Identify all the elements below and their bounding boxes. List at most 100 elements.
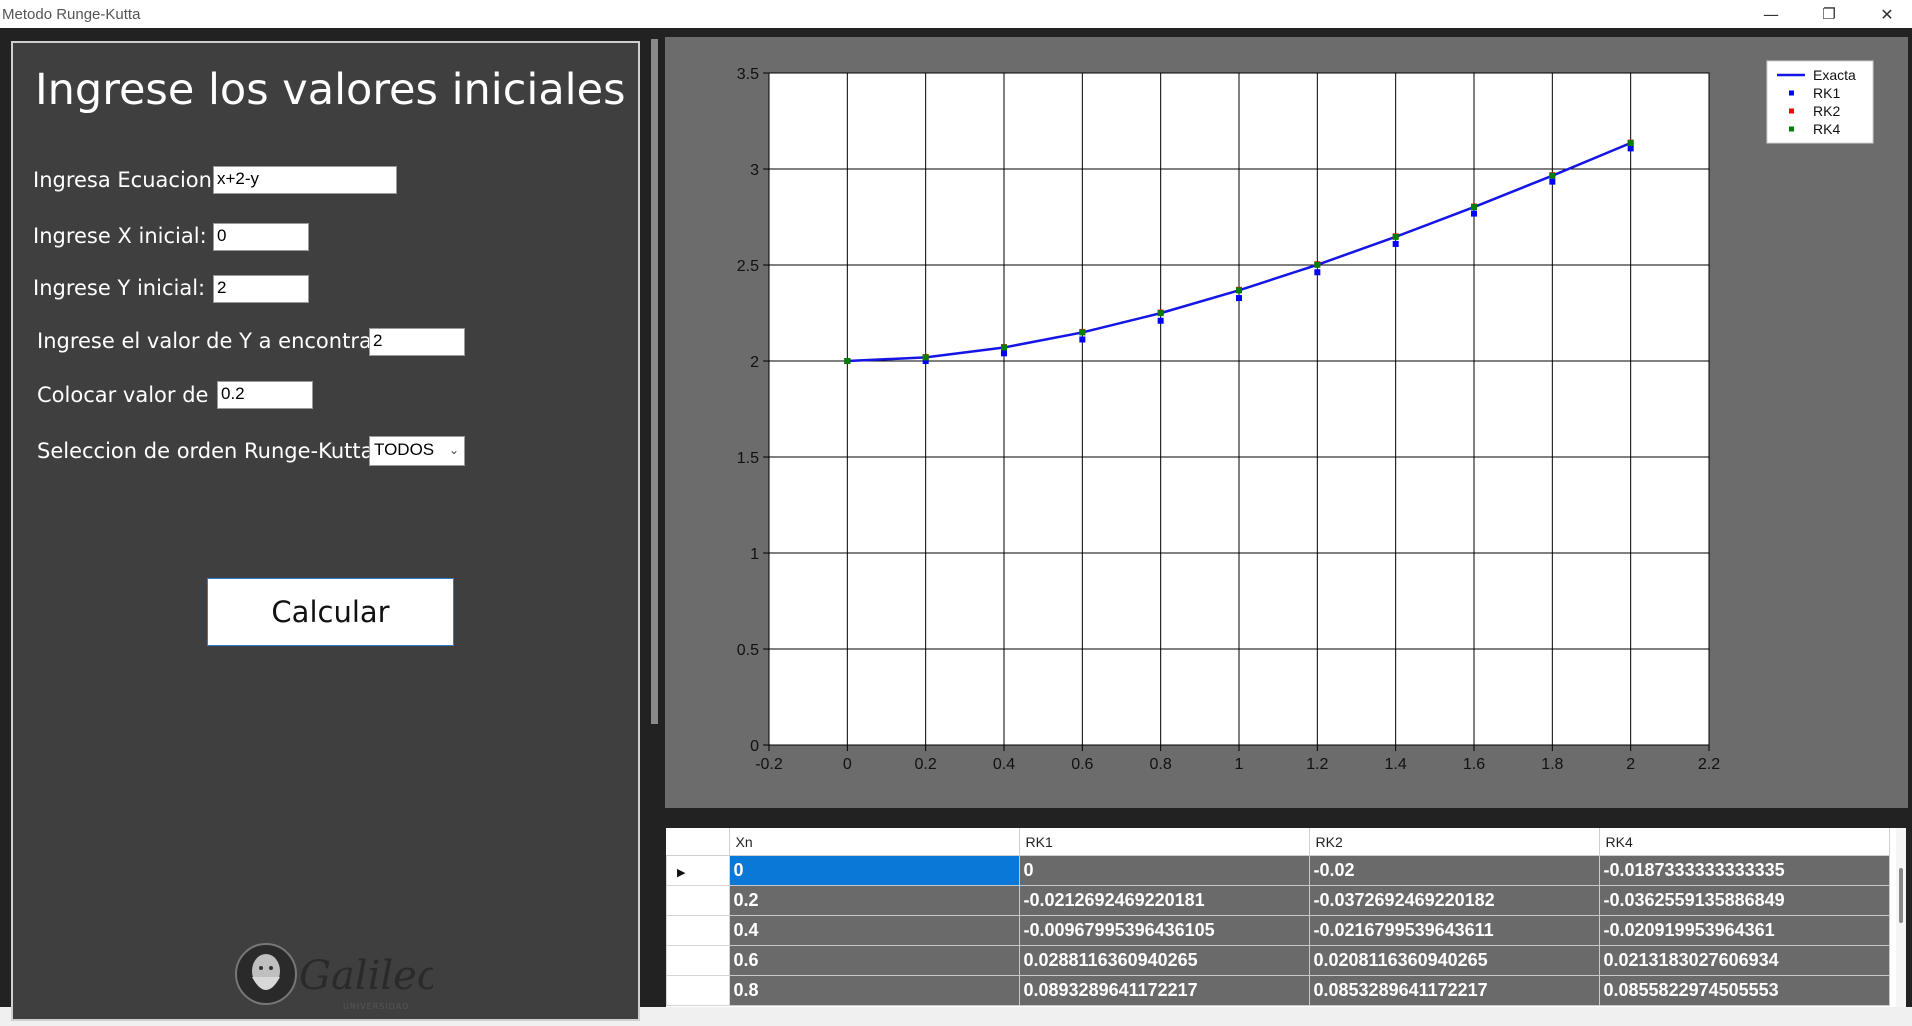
legend-label-exacta: Exacta xyxy=(1813,67,1856,83)
legend-swatch-rk1 xyxy=(1789,90,1794,96)
table-cell[interactable]: -0.0212692469220181 xyxy=(1018,885,1310,916)
table-row[interactable]: 0.8 0.0893289641172217 0.0853289641172217 0… xyxy=(666,975,1890,1006)
calcular-button[interactable]: Calcular xyxy=(207,578,454,646)
data-point-rk1 xyxy=(1392,240,1399,247)
table-cell[interactable]: 0.4 xyxy=(728,915,1020,946)
data-point-rk4 xyxy=(1392,233,1399,240)
column-header-xn[interactable]: Xn xyxy=(729,828,1020,856)
table-cell[interactable]: -0.0372692469220182 xyxy=(1308,885,1600,916)
legend-label-rk4: RK4 xyxy=(1813,121,1840,137)
x-tick-label: 0.8 xyxy=(1150,756,1172,773)
order-label: Seleccion de orden Runge-Kutta: xyxy=(37,439,381,463)
x-tick-label: 0.6 xyxy=(1071,756,1093,773)
order-select[interactable]: TODOS ⌄ xyxy=(369,436,465,466)
y-tick-label: 2 xyxy=(750,354,759,371)
x-tick-label: 0 xyxy=(843,756,852,773)
table-row[interactable]: 0.2 -0.0212692469220181 -0.037269246922018… xyxy=(666,885,1890,916)
table-row[interactable]: 0.6 0.0288116360940265 0.0208116360940265 0… xyxy=(666,945,1890,976)
h-input[interactable]: 0.2 xyxy=(217,381,313,409)
logo-text: Galileo xyxy=(299,953,433,999)
data-point-rk4 xyxy=(1471,204,1477,211)
data-point-rk1 xyxy=(1157,317,1164,324)
legend-swatch-rk2 xyxy=(1789,108,1794,114)
data-point-rk4 xyxy=(922,354,929,361)
restore-icon[interactable]: ❐ xyxy=(1801,0,1857,28)
table-cell[interactable]: -0.020919953964361 xyxy=(1598,915,1890,946)
row-header[interactable] xyxy=(666,885,730,916)
data-point-rk4 xyxy=(1001,344,1007,351)
data-point-rk1 xyxy=(1627,145,1634,152)
table-cell[interactable]: 0.0853289641172217 xyxy=(1308,975,1600,1006)
data-point-rk4 xyxy=(1549,172,1556,179)
results-grid[interactable]: Xn RK1 RK2 RK4 ▶ 0 0 -0.02 -0.01873333333333… xyxy=(666,828,1906,1007)
minimize-icon[interactable]: — xyxy=(1743,0,1799,28)
data-point-rk1 xyxy=(1549,178,1556,185)
column-header-rk1[interactable]: RK1 xyxy=(1019,828,1310,856)
column-header-rk2[interactable]: RK2 xyxy=(1309,828,1600,856)
table-cell[interactable]: -0.0362559135886849 xyxy=(1598,885,1890,916)
table-cell[interactable]: -0.00967995396436105 xyxy=(1018,915,1310,946)
legend-swatch-rk4 xyxy=(1789,126,1794,132)
row-header[interactable] xyxy=(666,945,730,976)
table-cell[interactable]: -0.02 xyxy=(1308,855,1600,886)
panel-scrollbar[interactable] xyxy=(651,39,658,724)
table-cell[interactable]: 0 xyxy=(728,855,1020,886)
close-icon[interactable]: ✕ xyxy=(1859,0,1912,28)
column-header-rk4[interactable]: RK4 xyxy=(1599,828,1890,856)
x-tick-label: 1.8 xyxy=(1541,756,1563,773)
x0-input[interactable]: 0 xyxy=(213,223,309,251)
y-tick-label: 0 xyxy=(750,738,759,755)
table-cell[interactable]: 0.0288116360940265 xyxy=(1018,945,1310,976)
table-cell[interactable]: -0.0216799539643611 xyxy=(1308,915,1600,946)
chevron-down-icon: ⌄ xyxy=(448,443,459,457)
legend-label-rk1: RK1 xyxy=(1813,85,1840,101)
x-tick-label: 0.2 xyxy=(915,756,937,773)
table-cell[interactable]: 0.8 xyxy=(728,975,1020,1006)
y-tick-label: 2.5 xyxy=(737,258,759,275)
panel-heading: Ingrese los valores iniciales xyxy=(35,65,626,115)
order-select-value: TODOS xyxy=(374,440,435,459)
y-tick-label: 1 xyxy=(750,546,759,563)
grid-scrollbar[interactable] xyxy=(1896,828,1906,1007)
table-cell[interactable]: 0 xyxy=(1018,855,1310,886)
data-point-rk4 xyxy=(1627,140,1634,147)
data-point-rk1 xyxy=(1079,336,1086,343)
h-label: Colocar valor de h: xyxy=(37,383,236,407)
current-row-icon: ▶ xyxy=(677,867,686,879)
x-tick-label: 2.2 xyxy=(1698,756,1720,773)
table-cell[interactable]: -0.0187333333333335 xyxy=(1598,855,1890,886)
input-panel: Ingrese los valores iniciales Ingresa Ec… xyxy=(11,41,640,1021)
data-point-rk4 xyxy=(844,358,851,364)
equation-label: Ingresa Ecuacion: xyxy=(33,168,220,192)
x-tick-label: 2 xyxy=(1626,756,1635,773)
table-row[interactable]: 0.4 -0.00967995396436105 -0.02167995396436… xyxy=(666,915,1890,946)
yfind-input[interactable]: 2 xyxy=(369,328,465,356)
row-header[interactable] xyxy=(666,915,730,946)
table-row[interactable]: ▶ 0 0 -0.02 -0.0187333333333335 xyxy=(666,855,1890,886)
grid-scrollbar-thumb[interactable] xyxy=(1899,868,1903,923)
y0-input[interactable]: 2 xyxy=(213,275,309,303)
row-header[interactable]: ▶ xyxy=(666,855,730,886)
table-cell[interactable]: 0.0855822974505553 xyxy=(1598,975,1890,1006)
equation-input[interactable]: x+2-y xyxy=(213,166,397,194)
data-point-rk1 xyxy=(1236,295,1242,302)
y-tick-label: 0.5 xyxy=(737,642,759,659)
row-header[interactable] xyxy=(666,975,730,1006)
table-cell[interactable]: 0.0213183027606934 xyxy=(1598,945,1890,976)
table-cell[interactable]: 0.0208116360940265 xyxy=(1308,945,1600,976)
results-table: Xn RK1 RK2 RK4 ▶ 0 0 -0.02 -0.01873333333333… xyxy=(666,828,1890,1006)
row-header-corner xyxy=(666,828,730,856)
data-point-rk4 xyxy=(1079,329,1086,336)
y0-label: Ingrese Y inicial: xyxy=(33,276,206,300)
legend-label-rk2: RK2 xyxy=(1813,103,1840,119)
data-point-rk4 xyxy=(1236,287,1242,294)
x-tick-label: 1.4 xyxy=(1385,756,1407,773)
x-tick-label: 1.2 xyxy=(1306,756,1328,773)
y-tick-label: 1.5 xyxy=(737,450,759,467)
x-tick-label: 1 xyxy=(1235,756,1244,773)
chart-panel: -0.2 0 0.2 0.4 0.6 0.8 1 1.2 1.4 1.6 1.8 2 2.2 0 0.5 1 1… xyxy=(665,37,1908,808)
table-cell[interactable]: 0.0893289641172217 xyxy=(1018,975,1310,1006)
table-cell[interactable]: 0.6 xyxy=(728,945,1020,976)
table-cell[interactable]: 0.2 xyxy=(728,885,1020,916)
title-bar: Metodo Runge-Kutta — ❐ ✕ xyxy=(0,0,1912,28)
